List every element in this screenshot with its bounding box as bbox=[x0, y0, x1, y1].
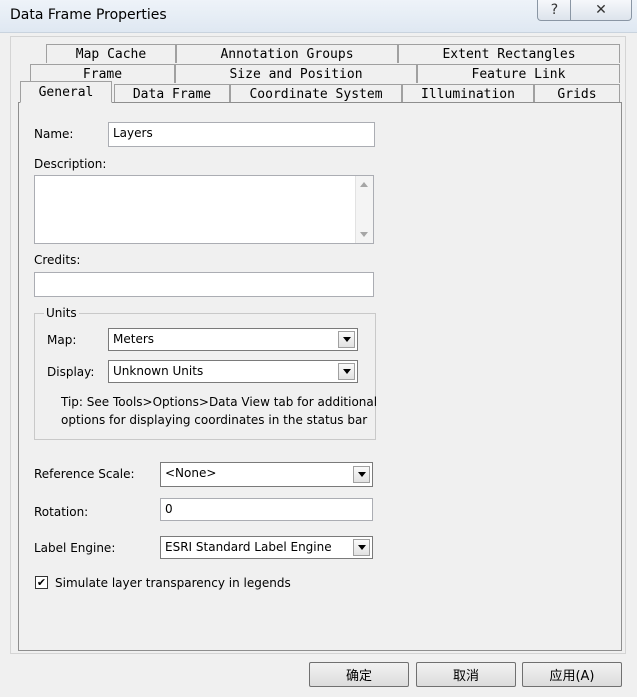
credits-input[interactable] bbox=[34, 272, 374, 297]
name-input[interactable]: Layers bbox=[108, 122, 375, 147]
description-label: Description: bbox=[34, 157, 107, 171]
window-title: Data Frame Properties bbox=[10, 7, 167, 23]
display-units-dropdown[interactable]: Unknown Units bbox=[108, 360, 358, 383]
chevron-down-icon[interactable] bbox=[353, 466, 370, 483]
scroll-down-icon[interactable] bbox=[360, 232, 368, 237]
simulate-transparency-label: Simulate layer transparency in legends bbox=[55, 576, 291, 590]
units-group-label: Units bbox=[44, 306, 79, 320]
tab-annotation-groups[interactable]: Annotation Groups bbox=[176, 44, 398, 63]
rotation-label: Rotation: bbox=[34, 505, 89, 519]
label-engine-dropdown[interactable]: ESRI Standard Label Engine bbox=[160, 536, 373, 559]
chevron-down-icon[interactable] bbox=[353, 539, 370, 556]
map-units-label: Map: bbox=[47, 333, 77, 347]
credits-label: Credits: bbox=[34, 253, 81, 267]
description-scrollbar[interactable] bbox=[355, 176, 373, 243]
chevron-down-icon[interactable] bbox=[338, 331, 355, 348]
tab-map-cache[interactable]: Map Cache bbox=[46, 44, 176, 63]
chevron-down-icon[interactable] bbox=[338, 363, 355, 380]
ok-button[interactable]: 确定 bbox=[309, 662, 409, 687]
rotation-input[interactable]: 0 bbox=[160, 498, 373, 521]
map-units-dropdown[interactable]: Meters bbox=[108, 328, 358, 351]
tab-extent-rectangles[interactable]: Extent Rectangles bbox=[398, 44, 620, 63]
close-icon: ✕ bbox=[595, 2, 607, 18]
label-engine-value: ESRI Standard Label Engine bbox=[165, 540, 332, 554]
reference-scale-dropdown[interactable]: <None> bbox=[160, 462, 373, 487]
close-button[interactable]: ✕ bbox=[570, 0, 632, 21]
reference-scale-label: Reference Scale: bbox=[34, 467, 135, 481]
description-input[interactable] bbox=[34, 175, 374, 244]
help-button[interactable]: ? bbox=[537, 0, 572, 21]
help-icon: ? bbox=[550, 2, 559, 18]
reference-scale-value: <None> bbox=[165, 466, 217, 480]
units-tip-line1: Tip: See Tools>Options>Data View tab for… bbox=[61, 395, 378, 409]
tab-illumination[interactable]: Illumination bbox=[402, 84, 534, 103]
tab-size-and-position[interactable]: Size and Position bbox=[175, 64, 417, 83]
apply-button[interactable]: 应用(A) bbox=[522, 662, 622, 687]
tab-feature-link[interactable]: Feature Link bbox=[417, 64, 620, 83]
display-units-label: Display: bbox=[47, 365, 95, 379]
map-units-value: Meters bbox=[113, 332, 155, 346]
tab-general[interactable]: General bbox=[20, 81, 112, 103]
simulate-transparency-checkbox[interactable]: ✔ bbox=[35, 576, 48, 589]
units-tip-line2: options for displaying coordinates in th… bbox=[61, 413, 368, 427]
tab-data-frame[interactable]: Data Frame bbox=[114, 84, 230, 103]
display-units-value: Unknown Units bbox=[113, 364, 204, 378]
name-label: Name: bbox=[34, 127, 74, 141]
label-engine-label: Label Engine: bbox=[34, 541, 116, 555]
cancel-button[interactable]: 取消 bbox=[416, 662, 516, 687]
scroll-up-icon[interactable] bbox=[360, 182, 368, 187]
tab-grids[interactable]: Grids bbox=[534, 84, 620, 103]
tab-coordinate-system[interactable]: Coordinate System bbox=[230, 84, 402, 103]
